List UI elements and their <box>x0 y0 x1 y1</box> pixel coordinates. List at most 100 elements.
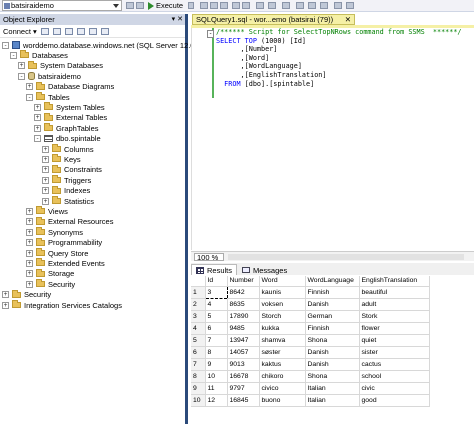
filter-icon[interactable] <box>76 27 85 35</box>
table-cell[interactable]: kukka <box>259 322 306 335</box>
toolbar-button-icon[interactable] <box>308 2 316 9</box>
toolbar-button-icon[interactable] <box>256 2 264 9</box>
expand-icon[interactable]: + <box>42 166 49 174</box>
table-cell[interactable]: søster <box>259 346 306 359</box>
expand-icon[interactable]: + <box>26 270 33 278</box>
table-cell[interactable]: beautiful <box>359 286 430 299</box>
stop-icon[interactable] <box>64 27 73 35</box>
expand-icon[interactable]: + <box>2 291 9 299</box>
tree-node[interactable]: - worddemo.database.windows.net (SQL Serv… <box>2 40 194 50</box>
toolbar-button-icon[interactable] <box>242 2 250 9</box>
table-cell[interactable]: 8635 <box>227 298 260 311</box>
tree-node[interactable]: + Integration Services Catalogs <box>2 300 122 310</box>
table-cell[interactable]: 9 <box>205 358 228 371</box>
expand-icon[interactable]: + <box>26 280 33 288</box>
panel-controls[interactable]: ▾ ✕ <box>172 14 183 25</box>
table-cell[interactable]: Stork <box>359 310 430 323</box>
table-cell[interactable]: kaunis <box>259 286 306 299</box>
tree-node[interactable]: + Programmability <box>26 237 102 248</box>
table-row[interactable]: 4 6 9485 kukka Finnish flower <box>191 322 430 335</box>
tree-node[interactable]: + External Tables <box>34 112 107 123</box>
table-cell[interactable]: adult <box>359 298 430 311</box>
expand-icon[interactable]: + <box>26 259 33 267</box>
table-row[interactable]: 3 5 17890 Storch German Stork <box>191 310 430 323</box>
collapse-icon[interactable]: - <box>2 41 9 49</box>
tree-node[interactable]: + Keys <box>42 154 81 164</box>
expand-icon[interactable]: + <box>42 145 49 153</box>
row-header-corner[interactable] <box>191 276 206 287</box>
expand-icon[interactable]: + <box>2 301 9 309</box>
table-cell[interactable]: Shona <box>305 370 360 383</box>
tab-query-editor[interactable]: SQLQuery1.sql - wor...emo (batsirai (79)… <box>192 14 355 25</box>
table-cell[interactable]: buono <box>259 394 306 407</box>
column-header[interactable]: Word <box>259 276 306 287</box>
query-editor[interactable]: - /****** Script for SelectTopNRows comm… <box>191 28 474 250</box>
tree-node[interactable]: + Synonyms <box>26 227 83 237</box>
tab-results[interactable]: Results <box>191 264 238 275</box>
table-cell[interactable]: good <box>359 394 430 407</box>
connect-button[interactable]: Connect ▾ <box>3 27 37 36</box>
table-row[interactable]: 1 3 8642 kaunis Finnish beautiful <box>191 285 430 299</box>
table-cell[interactable]: 14057 <box>227 346 260 359</box>
table-cell[interactable]: 9797 <box>227 382 260 395</box>
expand-icon[interactable]: + <box>26 228 33 236</box>
table-cell[interactable]: 16845 <box>227 394 260 407</box>
expand-icon[interactable]: + <box>26 218 33 226</box>
expand-icon[interactable]: + <box>42 187 49 195</box>
tree-node[interactable]: + Indexes <box>42 185 90 196</box>
activity-monitor-icon[interactable] <box>100 27 109 35</box>
table-row[interactable]: 10 12 16845 buono Italian good <box>191 394 430 407</box>
table-cell[interactable]: 4 <box>205 298 228 311</box>
table-cell[interactable]: civico <box>259 382 306 395</box>
tree-node[interactable]: + Database Diagrams <box>26 81 114 92</box>
tree-node[interactable]: - Databases <box>10 50 68 60</box>
tree-node[interactable]: + Constraints <box>42 164 102 175</box>
execute-button[interactable]: Execute <box>148 0 183 11</box>
toolbar-button-icon[interactable] <box>268 2 276 9</box>
row-number[interactable]: 2 <box>191 298 206 311</box>
expand-icon[interactable]: + <box>34 114 41 122</box>
table-row[interactable]: 7 9 9013 kaktus Danish cactus <box>191 358 430 371</box>
close-icon[interactable]: ✕ <box>345 15 351 24</box>
toolbar-button-icon[interactable] <box>126 2 134 9</box>
toolbar-button-icon[interactable] <box>136 2 144 9</box>
table-cell[interactable]: 11 <box>205 382 228 395</box>
table-cell[interactable]: chikoro <box>259 370 306 383</box>
tree-node[interactable]: + Security <box>2 289 51 300</box>
toolbar-button-icon[interactable] <box>296 2 304 9</box>
column-header[interactable]: EnglishTranslation <box>359 276 430 287</box>
refresh-icon[interactable] <box>88 27 97 35</box>
expand-icon[interactable]: + <box>26 249 33 257</box>
toolbar-button-icon[interactable] <box>210 2 218 9</box>
table-cell[interactable]: sister <box>359 346 430 359</box>
table-cell[interactable]: 13947 <box>227 334 260 347</box>
expand-icon[interactable]: + <box>42 176 49 184</box>
table-cell[interactable]: 16678 <box>227 370 260 383</box>
collapse-icon[interactable]: - <box>34 135 41 143</box>
table-cell[interactable]: flower <box>359 322 430 335</box>
toolbar-button-icon[interactable] <box>334 2 342 9</box>
tree-node[interactable]: + System Tables <box>34 102 105 112</box>
table-cell[interactable]: Italian <box>305 382 360 395</box>
table-cell[interactable]: 8 <box>205 346 228 359</box>
tree-node[interactable]: + GraphTables <box>34 123 99 133</box>
table-row[interactable]: 6 8 14057 søster Danish sister <box>191 346 430 359</box>
expand-icon[interactable]: + <box>26 83 33 91</box>
table-cell[interactable]: Danish <box>305 346 360 359</box>
table-cell[interactable]: Shona <box>305 334 360 347</box>
table-cell[interactable]: 8642 <box>227 286 260 299</box>
table-cell[interactable]: Storch <box>259 310 306 323</box>
tab-messages[interactable]: Messages <box>237 264 293 275</box>
column-header[interactable]: WordLanguage <box>305 276 360 287</box>
table-cell[interactable]: cactus <box>359 358 430 371</box>
row-number[interactable]: 5 <box>191 334 206 347</box>
tree-node[interactable]: + Columns <box>42 144 94 154</box>
tree-node[interactable]: - dbo.spintable <box>34 134 101 144</box>
table-cell[interactable]: 5 <box>205 310 228 323</box>
tree-node[interactable]: + Storage <box>26 268 74 279</box>
table-row[interactable]: 2 4 8635 voksen Danish adult <box>191 298 430 311</box>
tree-node[interactable]: + Query Store <box>26 248 88 258</box>
expand-icon[interactable]: + <box>26 207 33 215</box>
collapse-icon[interactable]: - <box>18 72 25 80</box>
table-cell[interactable]: 6 <box>205 322 228 335</box>
